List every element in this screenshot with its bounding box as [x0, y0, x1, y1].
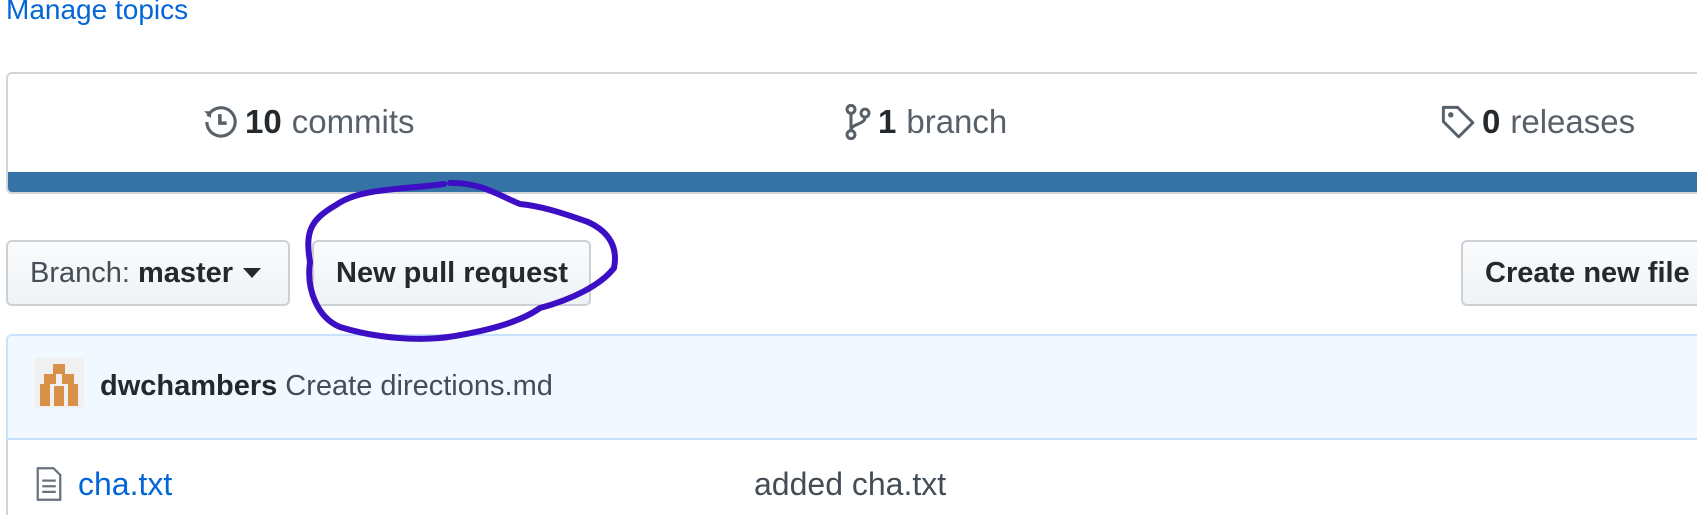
- commits-stat[interactable]: 10 commits: [203, 102, 415, 142]
- new-pull-request-button[interactable]: New pull request: [312, 240, 591, 306]
- branches-label: branch: [906, 103, 1008, 140]
- branches-stat[interactable]: 1 branch: [844, 102, 1007, 142]
- repo-page: Manage topics 10 commits 1 branch 0 rele…: [0, 0, 1697, 515]
- file-text-icon: [36, 467, 62, 501]
- releases-count: 0: [1482, 103, 1501, 140]
- tag-icon: [1441, 105, 1475, 139]
- branch-select-button[interactable]: Branch: master: [6, 240, 290, 306]
- caret-down-icon: [243, 268, 262, 278]
- releases-stat[interactable]: 0 releases: [1440, 102, 1635, 142]
- commits-count: 10: [245, 103, 282, 140]
- avatar[interactable]: [34, 358, 84, 408]
- git-branch-icon: [845, 103, 871, 141]
- releases-label: releases: [1510, 103, 1636, 140]
- file-commit-message-link[interactable]: added cha.txt: [754, 464, 946, 504]
- history-icon: [204, 106, 237, 138]
- repo-summary: 10 commits 1 branch 0 releases: [6, 72, 1697, 194]
- commit-message-link[interactable]: Create directions.md: [285, 370, 553, 402]
- create-new-file-button[interactable]: Create new file: [1461, 240, 1697, 306]
- commits-label: commits: [291, 103, 415, 140]
- file-row: cha.txt added cha.txt: [6, 440, 1697, 515]
- latest-commit-bar: dwchambers Create directions.md: [6, 334, 1697, 440]
- file-name-link[interactable]: cha.txt: [78, 464, 172, 504]
- identicon-icon: [34, 358, 84, 408]
- manage-topics-link[interactable]: Manage topics: [6, 0, 188, 28]
- language-bar: [8, 172, 1697, 192]
- branch-name: master: [137, 256, 234, 289]
- branches-count: 1: [878, 103, 897, 140]
- branch-prefix-label: Branch:: [30, 256, 130, 289]
- commit-summary: dwchambers Create directions.md: [100, 368, 553, 404]
- commit-author-link[interactable]: dwchambers: [100, 370, 277, 402]
